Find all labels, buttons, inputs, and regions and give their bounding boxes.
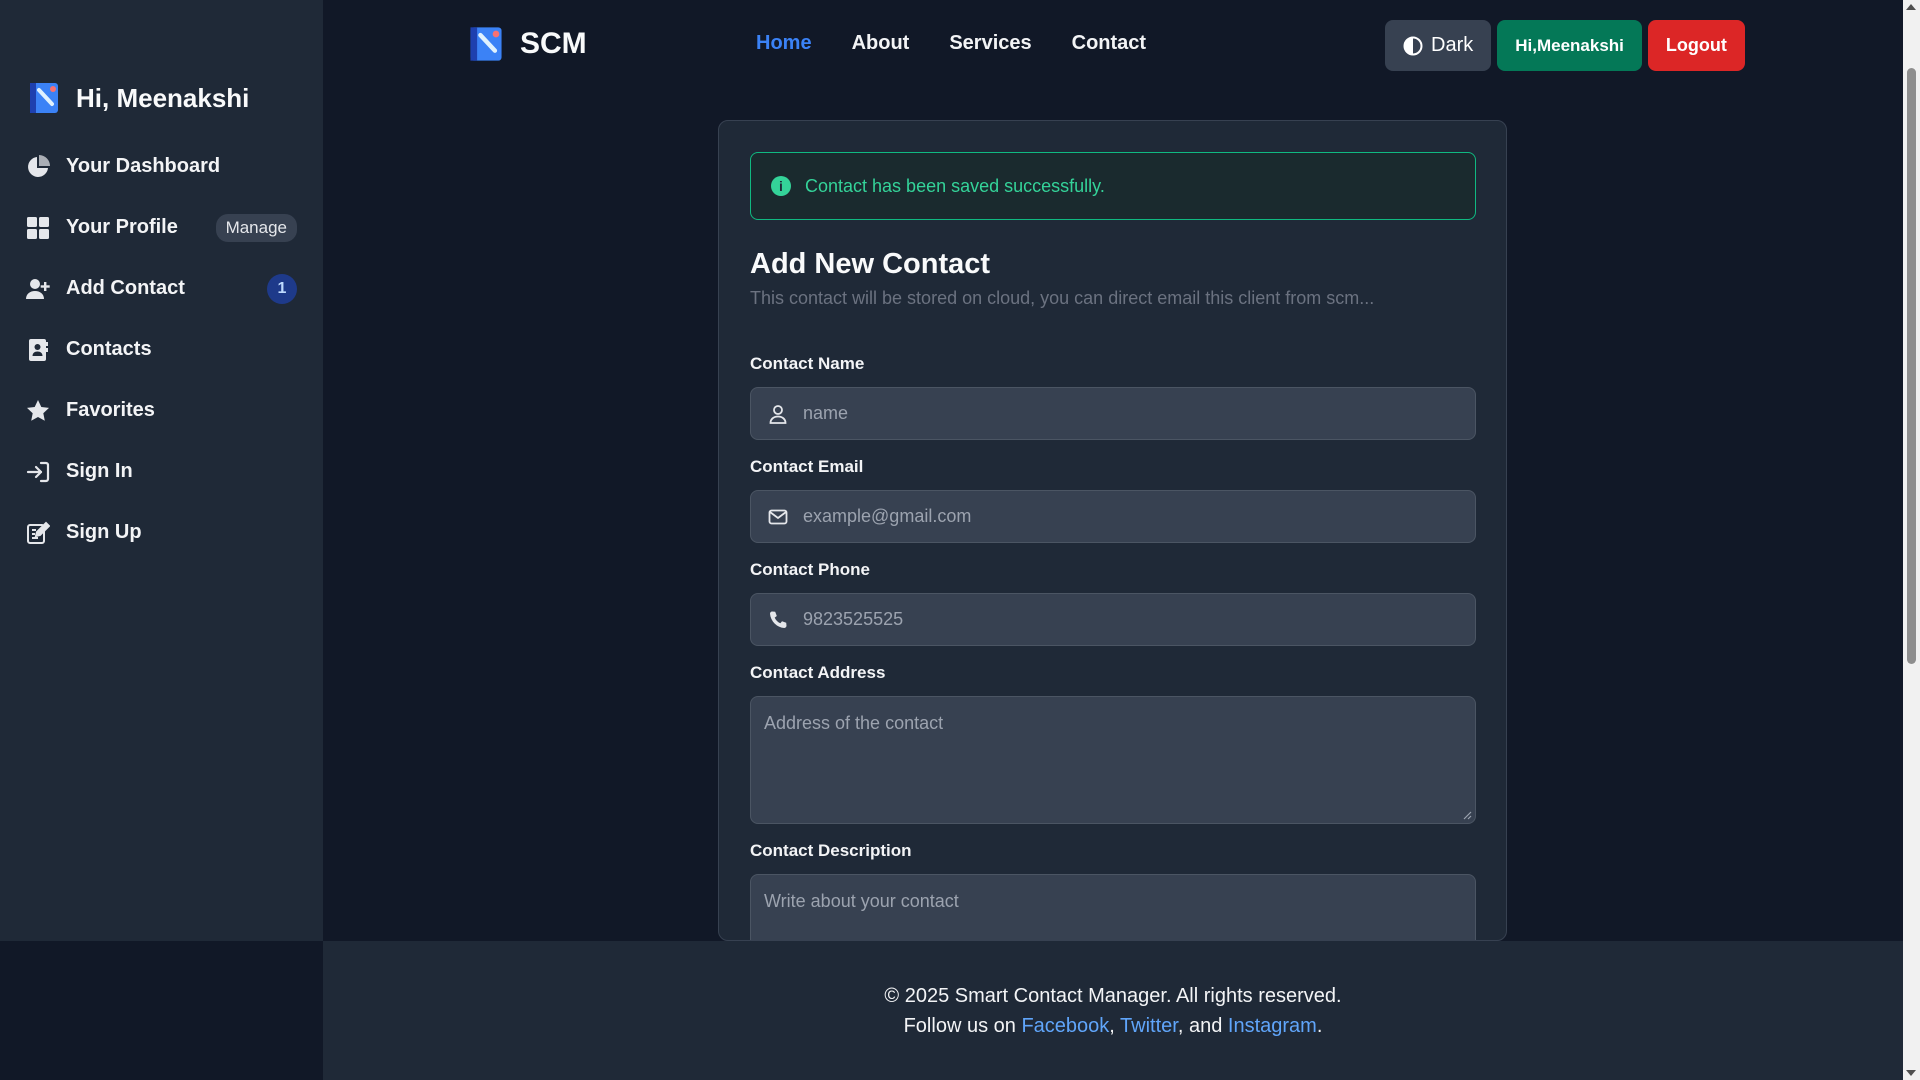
contact-description-field[interactable] <box>750 874 1476 940</box>
resize-handle-icon[interactable] <box>1462 810 1472 820</box>
sidebar-item-label: Your Profile <box>66 216 178 238</box>
scm-logo-icon <box>30 83 58 113</box>
greeting-text: Hi, Meenakshi <box>76 82 250 113</box>
contact-description-textarea[interactable] <box>751 875 1475 940</box>
top-nav: Home About Services Contact <box>756 32 1146 55</box>
pie-chart-icon <box>26 154 50 179</box>
sidebar-item-add-contact[interactable]: Add Contact 1 <box>0 258 323 319</box>
add-contact-card: i Contact has been saved successfully. A… <box>718 120 1507 941</box>
sidebar-item-label: Sign Up <box>66 521 142 543</box>
logout-button[interactable]: Logout <box>1647 20 1745 71</box>
sidebar-item-label: Sign In <box>66 460 133 482</box>
contact-phone-label: Contact Phone <box>750 560 870 579</box>
follow-separator: , and <box>1177 1015 1228 1037</box>
star-icon <box>26 399 50 423</box>
scroll-up-icon[interactable] <box>1906 4 1916 10</box>
sidebar-item-favorites[interactable]: Favorites <box>0 380 323 441</box>
contact-email-field[interactable] <box>750 490 1476 543</box>
nav-link-services[interactable]: Services <box>949 32 1031 55</box>
facebook-link[interactable]: Facebook <box>1021 1015 1109 1037</box>
follow-separator: , <box>1109 1015 1121 1037</box>
sidebar-greeting: Hi, Meenakshi <box>26 80 249 116</box>
sidebar-item-label: Your Dashboard <box>66 155 221 177</box>
sidebar: Hi, Meenakshi Your Dashboard Your Profil… <box>0 0 323 941</box>
contact-email-label: Contact Email <box>750 457 864 476</box>
sidebar-nav: Your Dashboard Your Profile Manage Add C… <box>0 136 323 563</box>
half-circle-icon <box>1403 36 1423 55</box>
success-alert: i Contact has been saved successfully. <box>750 152 1476 220</box>
sidebar-item-label: Add Contact <box>66 277 185 299</box>
user-icon <box>767 403 789 425</box>
follow-prefix: Follow us on <box>903 1015 1022 1037</box>
theme-toggle-label: Dark <box>1431 34 1474 56</box>
user-button[interactable]: Hi,Meenakshi <box>1497 20 1642 71</box>
contact-phone-field[interactable] <box>750 593 1476 646</box>
edit-icon <box>26 521 50 545</box>
contact-description-label: Contact Description <box>750 841 912 860</box>
sidebar-item-profile[interactable]: Your Profile Manage <box>0 197 323 258</box>
scroll-down-icon[interactable] <box>1906 1070 1916 1076</box>
brand[interactable]: SCM <box>466 24 587 64</box>
follow-suffix: . <box>1316 1015 1323 1037</box>
alert-message: Contact has been saved successfully. <box>805 175 1105 196</box>
contact-name-label: Contact Name <box>750 354 865 373</box>
phone-icon <box>767 609 789 631</box>
info-icon: i <box>771 176 791 196</box>
page-title: Add New Contact <box>750 248 991 280</box>
sidebar-item-sign-up[interactable]: Sign Up <box>0 502 323 563</box>
grid-icon <box>26 216 50 240</box>
page-scrollbar[interactable] <box>1903 0 1920 1080</box>
sidebar-item-sign-in[interactable]: Sign In <box>0 441 323 502</box>
contact-email-input[interactable] <box>803 506 1475 527</box>
address-book-icon <box>26 338 50 362</box>
sidebar-item-contacts[interactable]: Contacts <box>0 319 323 380</box>
scm-logo-icon <box>470 27 502 61</box>
footer-copyright: © 2025 Smart Contact Manager. All rights… <box>884 985 1342 1007</box>
footer: © 2025 Smart Contact Manager. All rights… <box>323 941 1903 1080</box>
top-actions: Dark Hi,Meenakshi Logout <box>1385 20 1745 71</box>
contact-address-textarea[interactable] <box>751 697 1475 823</box>
contact-name-input[interactable] <box>803 403 1475 424</box>
contact-name-field[interactable] <box>750 387 1476 440</box>
scroll-thumb[interactable] <box>1907 68 1916 664</box>
count-badge: 1 <box>267 273 297 304</box>
sidebar-item-label: Contacts <box>66 338 152 360</box>
user-plus-icon <box>26 277 50 301</box>
sign-in-icon <box>26 460 50 484</box>
manage-badge: Manage <box>215 213 297 242</box>
nav-link-about[interactable]: About <box>852 32 910 55</box>
twitter-link[interactable]: Twitter <box>1120 1015 1178 1037</box>
footer-follow: Follow us on Facebook, Twitter, and Inst… <box>323 1015 1903 1038</box>
nav-link-home[interactable]: Home <box>756 32 812 55</box>
theme-toggle-button[interactable]: Dark <box>1385 20 1492 71</box>
envelope-icon <box>767 506 789 528</box>
nav-link-contact[interactable]: Contact <box>1072 32 1146 55</box>
contact-phone-input[interactable] <box>803 609 1475 630</box>
contact-address-field[interactable] <box>750 696 1476 824</box>
page-subtitle: This contact will be stored on cloud, yo… <box>750 288 1375 308</box>
sidebar-item-dashboard[interactable]: Your Dashboard <box>0 136 323 197</box>
brand-name: SCM <box>520 27 587 60</box>
instagram-link[interactable]: Instagram <box>1228 1015 1317 1037</box>
sidebar-item-label: Favorites <box>66 399 155 421</box>
contact-address-label: Contact Address <box>750 663 886 682</box>
